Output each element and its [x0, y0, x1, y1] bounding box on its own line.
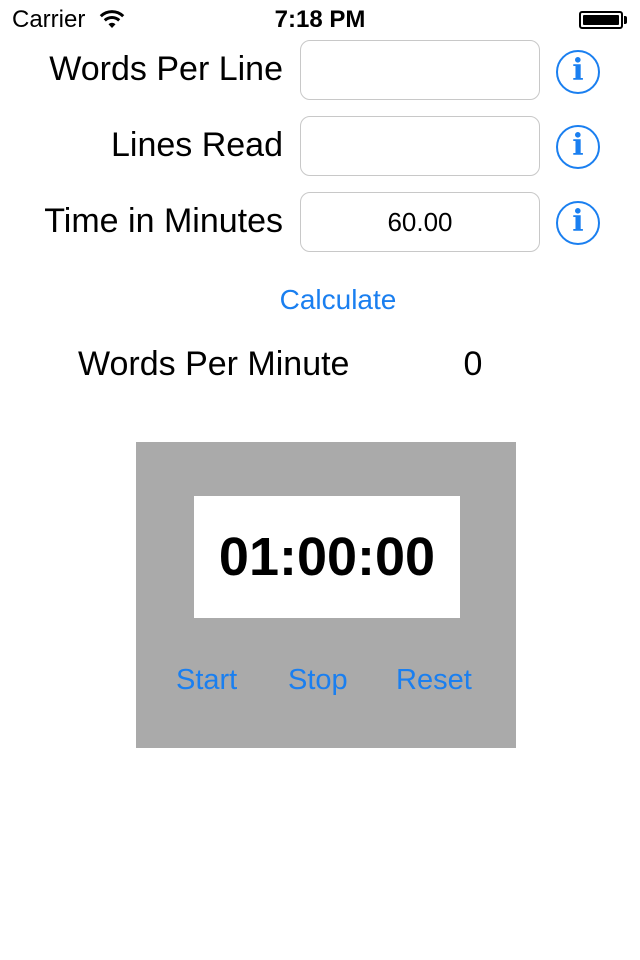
stop-button[interactable]: Stop — [288, 660, 348, 700]
reset-button[interactable]: Reset — [396, 660, 472, 700]
start-button[interactable]: Start — [176, 660, 237, 700]
lines-read-info-icon[interactable]: i — [556, 125, 600, 169]
words-per-minute-label: Words Per Minute — [78, 345, 350, 383]
time-in-minutes-label: Time in Minutes — [44, 202, 283, 240]
words-per-line-info-icon[interactable]: i — [556, 50, 600, 94]
battery-tip — [624, 16, 627, 24]
battery-level — [583, 15, 619, 25]
status-time: 7:18 PM — [274, 6, 366, 33]
lines-read-field[interactable] — [300, 116, 540, 176]
time-in-minutes-info-icon[interactable]: i — [556, 201, 600, 245]
words-per-minute-value: 0 — [463, 345, 483, 383]
status-bar: Carrier 7:18 PM — [0, 0, 640, 40]
stopwatch-panel: 01:00:00 Start Stop Reset — [136, 442, 516, 748]
lines-read-label: Lines Read — [110, 126, 283, 164]
time-in-minutes-field[interactable]: 60.00 — [300, 192, 540, 252]
words-per-line-label: Words Per Line — [49, 50, 283, 88]
timer-display: 01:00:00 — [194, 496, 460, 618]
battery-icon — [579, 11, 623, 29]
words-per-line-field[interactable] — [300, 40, 540, 100]
calculate-button[interactable]: Calculate — [220, 280, 456, 320]
